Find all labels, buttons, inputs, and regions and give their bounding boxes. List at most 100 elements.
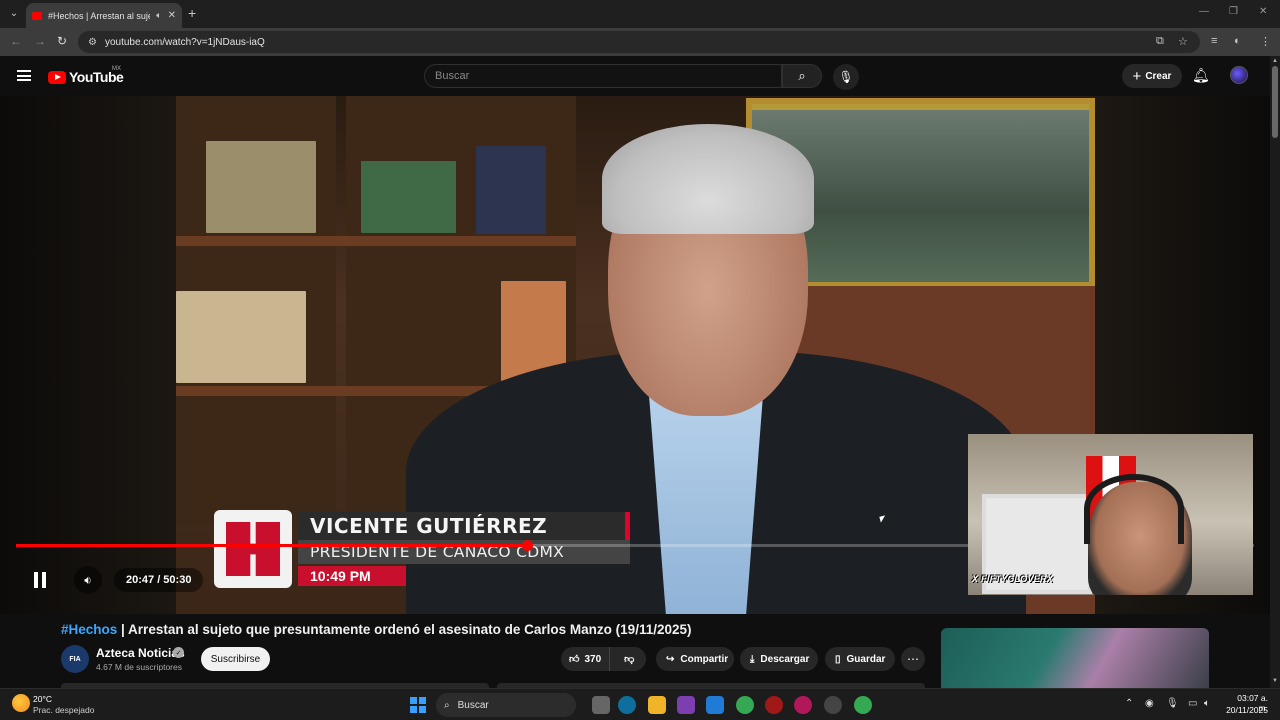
forward-icon[interactable]: → bbox=[34, 34, 46, 48]
search-icon: ⌕ bbox=[444, 699, 450, 711]
more-actions-button[interactable]: ⋯ bbox=[901, 647, 925, 671]
scroll-down-arrow-icon[interactable]: ▼ bbox=[1272, 678, 1278, 684]
address-bar[interactable]: ⚙ youtube.com/watch?v=1jNDaus-iaQ bbox=[78, 31, 1200, 53]
bookmark-star-icon[interactable]: ☆ bbox=[1178, 35, 1188, 48]
taskbar-search-label: Buscar bbox=[457, 699, 489, 711]
share-arrow-icon: ↪ bbox=[666, 653, 675, 665]
windows-start-icon[interactable] bbox=[410, 697, 426, 713]
progress-scrubber-handle[interactable] bbox=[522, 540, 533, 551]
ambient-glow-left bbox=[0, 96, 176, 614]
scroll-up-arrow-icon[interactable]: ▲ bbox=[1272, 58, 1278, 64]
youtube-favicon-icon bbox=[32, 11, 42, 20]
search-button[interactable]: ⌕ bbox=[782, 64, 822, 88]
books bbox=[176, 291, 306, 383]
books bbox=[476, 146, 546, 234]
video-title-text: | Arrestan al sujeto que presuntamente o… bbox=[117, 622, 692, 637]
chrome-icon[interactable] bbox=[736, 696, 754, 714]
search-input[interactable]: Buscar bbox=[424, 64, 782, 88]
reload-icon[interactable]: ↻ bbox=[57, 34, 67, 48]
menu-hamburger-icon[interactable] bbox=[17, 70, 31, 81]
task-view-icon[interactable] bbox=[592, 696, 610, 714]
search-placeholder: Buscar bbox=[435, 70, 470, 82]
volume-button[interactable]: 🔉︎ bbox=[74, 566, 102, 594]
webcam-watermark: X FIFTYCLOVERX bbox=[972, 574, 1054, 584]
video-frame[interactable]: VICENTE GUTIÉRREZ PRESIDENTE DE CANACO C… bbox=[176, 96, 1095, 614]
channel-name[interactable]: Azteca Noticias bbox=[96, 646, 185, 660]
scrollbar-thumb[interactable] bbox=[1272, 66, 1278, 138]
file-explorer-icon[interactable] bbox=[648, 696, 666, 714]
download-label: Descargar bbox=[760, 653, 810, 665]
youtube-play-icon bbox=[48, 70, 66, 84]
taskbar-search[interactable]: ⌕ Buscar bbox=[436, 693, 576, 717]
speaker-icon[interactable]: 🔈︎ bbox=[156, 10, 161, 21]
app-icon[interactable] bbox=[765, 696, 783, 714]
bookmark-icon: ▯ bbox=[835, 653, 841, 665]
close-window-icon[interactable]: ✕ bbox=[1259, 6, 1267, 17]
chrome-icon[interactable] bbox=[854, 696, 872, 714]
media-control-icon[interactable]: ≡ bbox=[1211, 35, 1217, 47]
network-icon[interactable]: ▭ bbox=[1188, 698, 1197, 709]
install-app-icon[interactable]: ⧉ bbox=[1156, 35, 1164, 48]
edge-browser-icon[interactable] bbox=[618, 696, 636, 714]
url-text: youtube.com/watch?v=1jNDaus-iaQ bbox=[104, 36, 265, 48]
download-icon: ⤓ bbox=[750, 653, 755, 665]
site-info-icon[interactable]: ⚙ bbox=[88, 37, 97, 48]
save-label: Guardar bbox=[846, 653, 886, 665]
profile-icon[interactable]: ◐ bbox=[1234, 35, 1241, 47]
app-icon[interactable] bbox=[706, 696, 724, 714]
browser-toolbar: ← → ↻ ⚙ youtube.com/watch?v=1jNDaus-iaQ … bbox=[0, 28, 1280, 56]
download-button[interactable]: ⤓ Descargar bbox=[740, 647, 818, 671]
weather-description[interactable]: Prac. despejado bbox=[33, 705, 94, 715]
notifications-bell-icon[interactable]: 🔔︎ bbox=[1192, 67, 1210, 84]
clock-date[interactable]: 20/11/2025 bbox=[1220, 705, 1268, 715]
app-icon[interactable] bbox=[824, 696, 842, 714]
lower-third-name: VICENTE GUTIÉRREZ bbox=[298, 512, 630, 540]
books bbox=[206, 141, 316, 233]
tray-app-icon[interactable]: ◉ bbox=[1145, 698, 1154, 709]
dislike-button[interactable]: 👎︎ bbox=[616, 647, 642, 671]
subscribe-button[interactable]: Suscribirse bbox=[201, 647, 270, 671]
video-title: #Hechos | Arrestan al sujeto que presunt… bbox=[61, 622, 692, 637]
pause-icon bbox=[34, 572, 38, 588]
minimize-icon[interactable]: — bbox=[1199, 6, 1209, 17]
share-button[interactable]: ↪ Compartir bbox=[656, 647, 734, 671]
speaker-hair bbox=[602, 124, 814, 234]
thumbs-up-icon: 👍︎ bbox=[569, 654, 580, 665]
microphone-icon[interactable]: 🎙︎ bbox=[1166, 698, 1179, 709]
microphone-icon: 🎙︎ bbox=[838, 70, 854, 84]
page-scrollbar[interactable]: ▲ ▼ bbox=[1270, 56, 1280, 688]
pause-icon bbox=[42, 572, 46, 588]
headphones-icon bbox=[1084, 474, 1184, 544]
create-label: Crear bbox=[1145, 70, 1172, 82]
volume-icon[interactable]: 🔈︎ bbox=[1204, 698, 1210, 709]
app-icon[interactable] bbox=[677, 696, 695, 714]
youtube-header: YouTube MX Buscar ⌕ 🎙︎ + Crear 🔔︎ bbox=[0, 56, 1270, 96]
like-dislike-group: 👍︎ 370 👎︎ bbox=[561, 647, 646, 671]
channel-logo-graphic bbox=[214, 510, 292, 588]
channel-avatar[interactable]: FIA bbox=[61, 645, 89, 673]
user-avatar[interactable] bbox=[1230, 66, 1248, 84]
app-icon[interactable] bbox=[794, 696, 812, 714]
back-icon[interactable]: ← bbox=[10, 34, 22, 48]
create-button[interactable]: + Crear bbox=[1122, 64, 1182, 88]
hashtag-link[interactable]: #Hechos bbox=[61, 622, 117, 637]
save-button[interactable]: ▯ Guardar bbox=[825, 647, 895, 671]
video-player[interactable]: VICENTE GUTIÉRREZ PRESIDENTE DE CANACO C… bbox=[0, 96, 1270, 614]
pause-button[interactable] bbox=[24, 564, 56, 596]
more-dots-icon: ⋯ bbox=[907, 652, 919, 666]
browser-tab[interactable]: #Hechos | Arrestan al sujeto 🔈︎ ✕ bbox=[26, 3, 182, 28]
tray-overflow-chevron-icon[interactable]: ⌃ bbox=[1125, 698, 1133, 709]
streamer-webcam-overlay: X FIFTYCLOVERX bbox=[968, 434, 1253, 595]
new-tab-button[interactable]: + bbox=[188, 5, 196, 21]
like-button[interactable]: 👍︎ 370 bbox=[561, 647, 611, 671]
country-code: MX bbox=[112, 66, 121, 72]
recommended-video-thumbnail[interactable] bbox=[941, 628, 1209, 688]
restore-icon[interactable]: ❐ bbox=[1229, 6, 1238, 17]
tab-search-chevron-icon[interactable]: ⌄ bbox=[6, 5, 22, 21]
browser-menu-icon[interactable]: ⋮ bbox=[1260, 35, 1271, 48]
close-tab-icon[interactable]: ✕ bbox=[168, 10, 176, 21]
weather-temperature[interactable]: 20°C bbox=[33, 694, 52, 704]
voice-search-button[interactable]: 🎙︎ bbox=[833, 64, 859, 90]
weather-sun-icon[interactable] bbox=[12, 694, 30, 712]
lower-third-time: 10:49 PM bbox=[298, 566, 406, 586]
